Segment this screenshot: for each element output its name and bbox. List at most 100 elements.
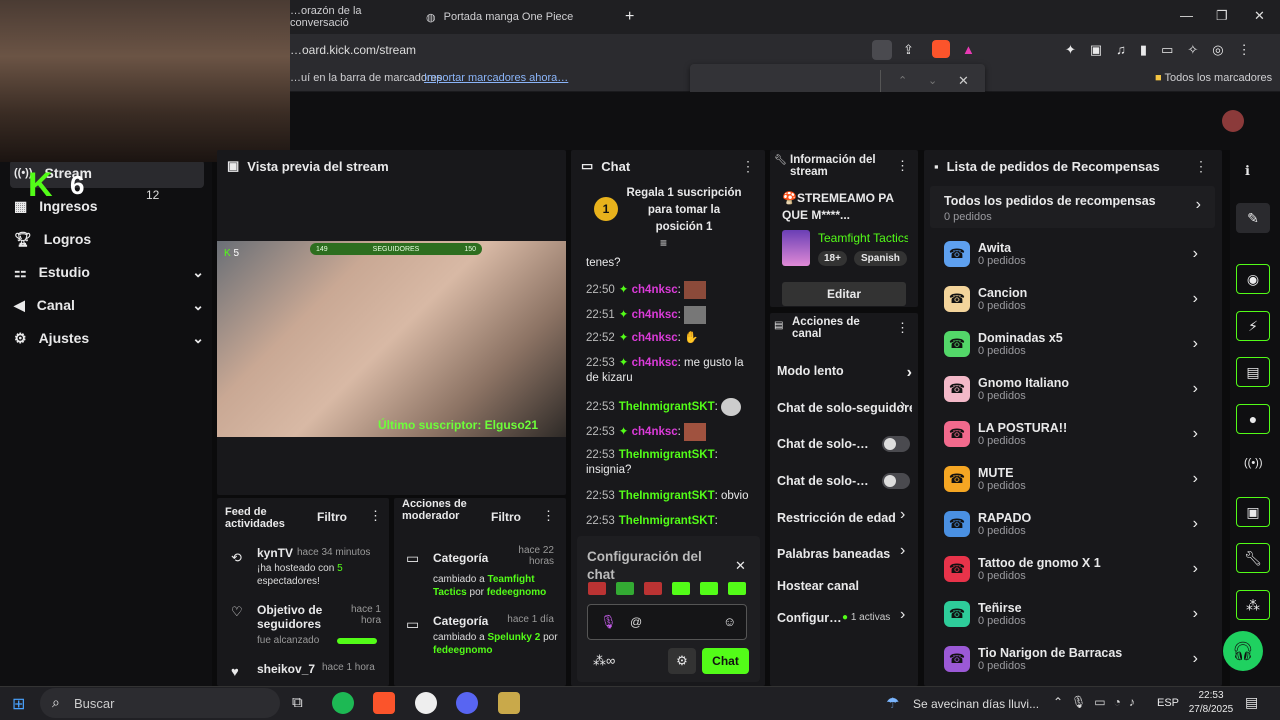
chat-username[interactable]: ch4nksc [632, 426, 678, 438]
sidebar-item-canal[interactable]: ◀ Canal ⌄ [14, 290, 204, 320]
chat-input[interactable]: 🎙︎ @ ☺ [587, 604, 747, 640]
subs-only-toggle[interactable] [882, 436, 910, 452]
reward-row[interactable]: ☎ Tattoo de gnomo X 10 pedidos › [930, 546, 1210, 591]
minimize-icon[interactable]: — [1180, 8, 1193, 23]
chat-username[interactable]: TheInmigrantSKT [619, 401, 715, 413]
banned-words-row[interactable]: Palabras baneadas [777, 547, 912, 561]
tab-conversation[interactable]: …orazón de la conversació [280, 4, 410, 30]
brave-icon[interactable] [373, 692, 395, 714]
chat-username[interactable]: TheInmigrantSKT [619, 449, 715, 461]
more-icon[interactable]: ⋮ [369, 508, 382, 524]
sidebar-item-estudio[interactable]: ⚏ Estudio ⌄ [14, 257, 204, 287]
chevron-right-icon[interactable]: › [900, 506, 905, 524]
filter-button[interactable]: Filtro [317, 510, 347, 524]
reward-row[interactable]: ☎ Cancion 0 pedidos › [930, 276, 1210, 321]
brave-rewards-icon[interactable]: ▲ [962, 42, 975, 57]
edit-icon[interactable]: ✎ [1236, 203, 1270, 233]
find-close-icon[interactable]: ✕ [958, 73, 969, 89]
brave-shield-icon[interactable] [932, 40, 950, 58]
emotes-only-toggle[interactable] [882, 473, 910, 489]
notifications-icon[interactable]: ▤ [1245, 694, 1258, 711]
mic-icon[interactable]: 🎙︎ [600, 614, 617, 630]
stream-category[interactable]: Teamfight Tactics [818, 231, 908, 245]
find-prev-icon[interactable]: ⌃ [898, 74, 907, 87]
tab-one-piece[interactable]: ◍ Portada manga One Piece [416, 4, 606, 30]
stream-preview-video[interactable] [217, 241, 566, 437]
discord-icon[interactable] [456, 692, 478, 714]
avatar[interactable] [1222, 110, 1244, 132]
sidebar-item-ajustes[interactable]: ⚙ Ajustes ⌄ [14, 323, 204, 353]
filter-button[interactable]: Filtro [491, 510, 521, 524]
share-icon[interactable]: ⇪ [903, 42, 914, 58]
clock[interactable]: 22:53 27/8/2025 [1186, 689, 1236, 717]
reward-row[interactable]: ☎ LA POSTURA!! 0 pedidos › [930, 411, 1210, 456]
chat-username[interactable]: ch4nksc [632, 309, 678, 321]
wrench-icon[interactable]: 🔧︎ [1236, 543, 1270, 573]
chevron-right-icon[interactable]: › [900, 606, 905, 624]
reward-row[interactable]: ☎ MUTE 0 pedidos › [930, 456, 1210, 501]
infinity-icon[interactable]: ⁂∞ [593, 653, 615, 669]
camera-icon[interactable]: ◉ [1236, 264, 1270, 294]
chat-bubble-icon[interactable]: ● [1236, 404, 1270, 434]
emote[interactable] [700, 582, 718, 595]
task-view-icon[interactable]: ⧉ [292, 694, 303, 711]
emote[interactable] [672, 582, 690, 595]
screenshot-icon[interactable] [872, 40, 892, 60]
reward-row[interactable]: ☎ Gnomo Italiano 0 pedidos › [930, 366, 1210, 411]
followers-only-row[interactable]: Chat de solo-seguidores [777, 401, 912, 415]
find-next-icon[interactable]: ⌄ [928, 74, 937, 87]
more-icon[interactable]: ⋮ [896, 158, 909, 174]
close-icon[interactable]: ✕ [735, 558, 746, 574]
chat-username[interactable]: ch4nksc [632, 284, 678, 296]
reward-row[interactable]: ☎ Tio Narigon de Barracas 0 pedidos › [930, 636, 1210, 681]
edit-button[interactable]: Editar [782, 282, 906, 306]
host-channel-row[interactable]: Hostear canal [777, 579, 912, 593]
emote[interactable] [728, 582, 746, 595]
weather-text[interactable]: Se avecinan días lluvi... [913, 697, 1039, 711]
all-bookmarks[interactable]: ■ Todos los marcadores [1155, 72, 1272, 84]
reward-row[interactable]: ☎ Dominadas x5 0 pedidos › [930, 321, 1210, 366]
tray-icons[interactable]: ⌃🎙︎▭◔♪ [1053, 695, 1143, 709]
import-bookmarks-link[interactable]: Importar marcadores ahora… [424, 72, 568, 84]
chat-username[interactable]: TheInmigrantSKT [619, 515, 715, 527]
chat-username[interactable]: TheInmigrantSKT [619, 490, 715, 502]
obs-icon[interactable] [415, 692, 437, 714]
chat-settings-icon[interactable]: ⚙ [668, 648, 696, 674]
collapse-icon[interactable]: ≡ [660, 236, 667, 250]
url-field[interactable]: …oard.kick.com/stream [290, 43, 416, 57]
chevron-right-icon[interactable]: › [900, 396, 905, 414]
nodes-icon[interactable]: ⁂ [1236, 590, 1270, 620]
more-icon[interactable]: ⋮ [1194, 158, 1208, 175]
broadcast-icon[interactable]: ((•)) [1244, 457, 1263, 469]
new-tab-icon[interactable]: + [625, 8, 634, 26]
more-icon[interactable]: ⋮ [896, 320, 909, 336]
emoji-icon[interactable]: ☺ [723, 614, 736, 629]
chat-username[interactable]: ch4nksc [632, 332, 678, 344]
support-headset-icon[interactable]: 🎧︎ [1223, 631, 1263, 671]
close-icon[interactable]: ✕ [1254, 8, 1265, 24]
gift-sub-prompt[interactable]: Regala 1 suscripción para tomar la posic… [624, 185, 744, 236]
emote[interactable] [616, 582, 634, 595]
info-icon[interactable]: ℹ [1245, 163, 1250, 179]
maximize-icon[interactable]: ❐ [1216, 8, 1228, 24]
reward-row[interactable]: ☎ Teñirse 0 pedidos › [930, 591, 1210, 636]
more-icon[interactable]: ⋮ [741, 158, 755, 175]
slow-mode-row[interactable]: Modo lento › [777, 364, 912, 381]
reward-row[interactable]: ☎ RAPADO 0 pedidos › [930, 501, 1210, 546]
chevron-right-icon[interactable]: › [900, 542, 905, 560]
all-rewards-row[interactable]: Todos los pedidos de recompensas 0 pedid… [930, 186, 1215, 228]
windows-start-icon[interactable]: ⊞ [12, 694, 25, 714]
extension-icons[interactable]: ✦▣♫▮▭✧◎⋮ [1065, 42, 1265, 58]
reward-row[interactable]: ☎ Awita 0 pedidos › [930, 231, 1210, 276]
lightning-icon[interactable]: ⚡︎ [1236, 311, 1270, 341]
more-icon[interactable]: ⋮ [542, 508, 555, 524]
chat-username[interactable]: ch4nksc [632, 357, 678, 369]
chat-send-button[interactable]: Chat [702, 648, 749, 674]
age-restriction-row[interactable]: Restricción de edad [777, 511, 912, 525]
emote[interactable] [588, 582, 606, 595]
app-icon[interactable] [498, 692, 520, 714]
notes-icon[interactable]: ▤ [1236, 357, 1270, 387]
video-icon[interactable]: ▣ [1236, 497, 1270, 527]
language-indicator[interactable]: ESP [1157, 697, 1179, 709]
sidebar-item-logros[interactable]: 🏆︎ Logros [14, 224, 204, 254]
